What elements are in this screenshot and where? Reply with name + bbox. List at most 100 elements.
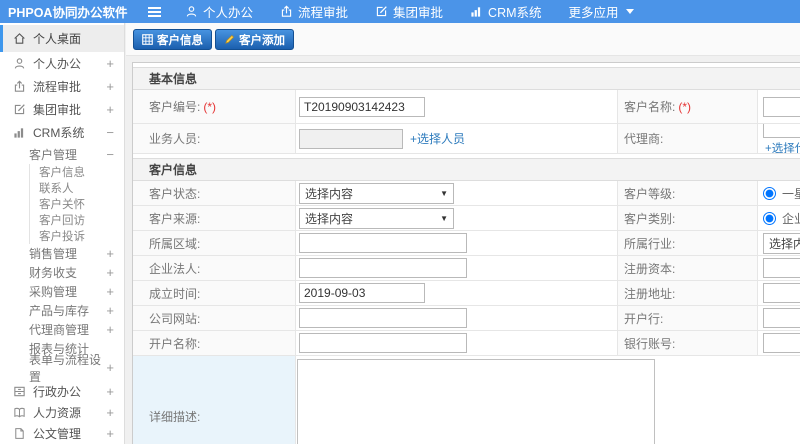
caret-down-icon (625, 9, 634, 14)
select-caret-icon: ▼ (440, 213, 448, 223)
collapse-icon[interactable]: − (106, 125, 124, 140)
industry-select[interactable]: 选择内容▼ (763, 232, 800, 254)
registered-address-label: 注册地址: (618, 281, 758, 305)
sidebar-item-personal-office[interactable]: 个人办公 + (0, 52, 124, 75)
sidebar-item-workflow-approval[interactable]: 流程审批 + (0, 75, 124, 98)
sidebar-item-personal-desktop[interactable]: 个人桌面 (0, 25, 124, 52)
customer-no-input[interactable] (299, 96, 425, 117)
expand-icon[interactable]: + (106, 303, 124, 318)
topnav-workflow-approval[interactable]: 流程审批 (280, 2, 348, 21)
form-row: 成立时间: 注册地址: (133, 281, 800, 306)
region-input[interactable] (299, 233, 467, 253)
customer-status-label: 客户状态: (133, 181, 296, 205)
customer-add-form: 基本信息 客户编号:(*) 客户名称:(*) (132, 62, 800, 444)
collapse-icon[interactable]: − (106, 147, 124, 162)
select-agent-link[interactable]: +选择代理商 (765, 140, 800, 154)
edit-icon (375, 5, 388, 18)
sales-person-input[interactable] (299, 128, 403, 149)
sales-person-label: 业务人员: (133, 124, 296, 153)
sidebar-item-agent-management[interactable]: 代理商管理 + (0, 320, 124, 339)
sidebar-item-label: CRM系统 (33, 126, 85, 140)
form-row: 公司网站: 开户行: (133, 306, 800, 331)
sidebar-item-procurement[interactable]: 采购管理 + (0, 282, 124, 301)
bank-account-label: 银行账号: (618, 331, 758, 355)
topnav-crm-system[interactable]: CRM系统 (470, 2, 542, 21)
expand-icon[interactable]: + (106, 265, 124, 280)
customer-source-select[interactable]: 选择内容 ▼ (299, 207, 454, 229)
sidebar-item-crm-system[interactable]: CRM系统 − (0, 121, 124, 144)
sidebar-item-form-workflow-settings[interactable]: 表单与流程设置 + (0, 353, 124, 384)
sidebar-item-label: 产品与库存 (29, 304, 90, 318)
expand-icon[interactable]: + (106, 246, 124, 261)
sidebar-item-customer-care[interactable]: 客户关怀 (30, 196, 124, 212)
website-input[interactable] (299, 308, 467, 328)
required-mark: (*) (203, 99, 217, 114)
sidebar-item-contacts[interactable]: 联系人 (30, 180, 124, 196)
form-row: 开户名称: 银行账号: (133, 331, 800, 356)
registered-capital-input[interactable] (763, 258, 800, 278)
expand-icon[interactable]: + (106, 360, 124, 375)
expand-icon[interactable]: + (106, 284, 124, 299)
sidebar-item-finance[interactable]: 财务收支 + (0, 263, 124, 282)
tab-customer-info[interactable]: 客户信息 (133, 29, 212, 50)
sidebar-item-human-resources[interactable]: 人力资源 + (0, 402, 124, 423)
radio-label: 企业客户 (782, 211, 800, 226)
form-row: 企业法人: 注册资本: (133, 256, 800, 281)
expand-icon[interactable]: + (106, 405, 124, 420)
bank-branch-input[interactable] (763, 308, 800, 328)
topnav-group-approval[interactable]: 集团审批 (375, 2, 443, 21)
customer-status-select[interactable]: 选择内容 ▼ (299, 182, 454, 204)
customer-no-label: 客户编号: (*) (133, 90, 296, 123)
expand-icon[interactable]: + (106, 79, 124, 94)
description-label: 详细描述: (133, 356, 296, 444)
top-bar: PHPOA协同办公软件 个人办公 流程审批 集团审批 CRM系统 更多应用 (0, 0, 800, 23)
sidebar-item-label: 个人桌面 (33, 32, 82, 46)
sidebar-item-label: 个人办公 (33, 57, 82, 71)
account-name-input[interactable] (299, 333, 467, 353)
expand-icon[interactable]: + (106, 322, 124, 337)
sidebar-item-products-inventory[interactable]: 产品与库存 + (0, 301, 124, 320)
form-row-description: 详细描述: (133, 356, 800, 444)
sidebar-item-label: 采购管理 (29, 285, 78, 299)
expand-icon[interactable]: + (106, 426, 124, 441)
sidebar-item-document-management[interactable]: 公文管理 + (0, 423, 124, 444)
founded-date-input[interactable] (299, 283, 425, 303)
app-logo: PHPOA协同办公软件 (8, 6, 128, 20)
sidebar-item-customer-info[interactable]: 客户信息 (30, 164, 124, 180)
sidebar-item-label: 行政办公 (33, 385, 82, 399)
customer-name-input[interactable] (763, 96, 800, 117)
topnav-personal-office[interactable]: 个人办公 (185, 2, 253, 21)
bank-account-input[interactable] (763, 333, 800, 353)
sidebar-item-group-approval[interactable]: 集团审批 + (0, 98, 124, 121)
customer-level-label: 客户等级: (618, 181, 758, 205)
expand-icon[interactable]: + (106, 102, 124, 117)
tab-customer-add[interactable]: 客户添加 (215, 29, 294, 50)
sidebar-item-customer-complaint[interactable]: 客户投诉 (30, 228, 124, 244)
agent-input[interactable] (763, 124, 800, 138)
expand-icon[interactable]: + (106, 56, 124, 71)
user-icon (185, 5, 198, 18)
sidebar-item-customer-management[interactable]: 客户管理 − (0, 144, 124, 164)
app-window: PHPOA协同办公软件 个人办公 流程审批 集团审批 CRM系统 更多应用 个人… (0, 0, 800, 444)
level-one-star-radio[interactable] (763, 186, 776, 200)
hamburger-menu-icon[interactable] (148, 6, 161, 17)
sidebar-item-label: 表单与流程设置 (29, 352, 102, 384)
description-textarea[interactable] (297, 359, 655, 444)
sidebar-item-label: 流程审批 (33, 80, 82, 94)
category-enterprise-radio[interactable] (763, 211, 776, 225)
sidebar-submenu-customer: 客户信息 联系人 客户关怀 客户回访 客户投诉 (29, 164, 124, 244)
form-row: 所属区域: 所属行业: 选择内容▼ (133, 231, 800, 256)
sidebar-item-customer-followup[interactable]: 客户回访 (30, 212, 124, 228)
agent-label: 代理商: (618, 124, 758, 153)
select-person-link[interactable]: +选择人员 (410, 130, 465, 147)
legal-person-input[interactable] (299, 258, 467, 278)
sidebar: 个人桌面 个人办公 + 流程审批 + 集团审批 + CRM系统 − 客户管理 −… (0, 23, 125, 444)
bank-branch-label: 开户行: (618, 306, 758, 330)
chart-icon (470, 5, 483, 18)
required-mark: (*) (678, 99, 692, 114)
registered-address-input[interactable] (763, 283, 800, 303)
user-icon (13, 57, 26, 70)
topnav-more-apps[interactable]: 更多应用 (569, 2, 634, 21)
sidebar-item-sales-management[interactable]: 销售管理 + (0, 244, 124, 263)
expand-icon[interactable]: + (106, 384, 124, 399)
